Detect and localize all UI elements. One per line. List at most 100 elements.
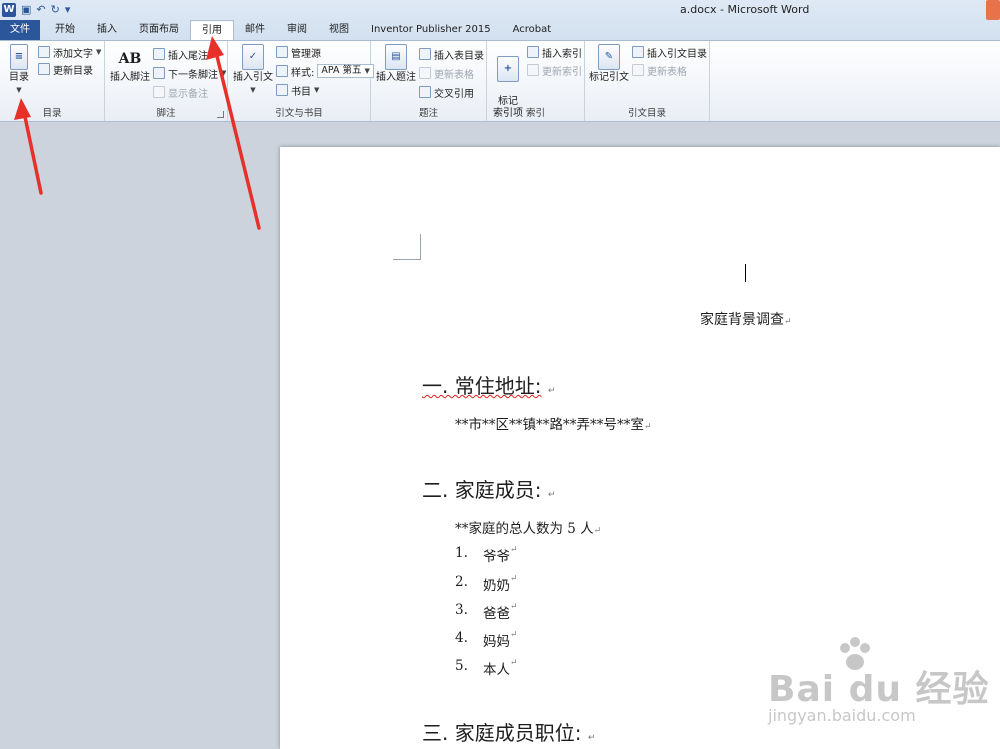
list-item[interactable]: 3. 爸爸 ↵ [455,602,518,622]
tab-inventor-publisher[interactable]: Inventor Publisher 2015 [360,20,502,40]
tab-home[interactable]: 开始 [44,20,86,40]
document-heading[interactable]: 家庭背景调查↵ [700,309,792,329]
update-toa-button[interactable]: 更新表格 [632,62,687,78]
paragraph-mark: ↵ [510,602,518,612]
list-text: 妈妈 [483,634,510,650]
tab-acrobat[interactable]: Acrobat [502,20,563,40]
redo-icon[interactable]: ↻ [51,3,60,17]
list-number: 5. [455,658,468,674]
add-text-label: 添加文字 [53,48,93,60]
update-table-icon [419,67,431,79]
tab-file[interactable]: 文件 [0,20,40,40]
list-number: 2. [455,574,468,590]
save-icon[interactable]: ▣ [21,3,31,17]
list-item[interactable]: 5. 本人 ↵ [455,658,518,678]
word-logo-icon[interactable]: W [2,3,16,17]
mark-citation-icon: ✎ [598,44,620,70]
show-notes-button[interactable]: 显示备注 [153,84,208,100]
insert-toa-icon [632,46,644,58]
insert-toa-button[interactable]: 插入引文目录 [632,44,707,60]
list-text: 奶奶 [483,578,510,594]
chevron-down-icon: ▼ [96,48,102,56]
address-paragraph[interactable]: **市**区**镇**路**弄**号**室↵ [455,413,652,433]
group-label-index: 索引 [525,108,545,119]
update-index-label: 更新索引 [542,66,582,78]
section-title: 三. 家庭成员职位: [422,721,582,745]
ribbon-tabs: 文件 开始 插入 页面布局 引用 邮件 审阅 视图 Inventor Publi… [0,20,563,41]
paragraph-mark: ↵ [593,526,602,536]
insert-table-of-figures-button[interactable]: 插入表目录 [419,46,484,62]
section-heading-address[interactable]: 一. 常住地址: ↵ [422,370,555,399]
insert-index-icon [527,46,539,58]
mark-citation-label: 标记引文 [589,72,629,83]
tab-mailings[interactable]: 邮件 [234,20,276,40]
chevron-down-icon: ▼ [364,67,370,75]
show-notes-label: 显示备注 [168,88,208,100]
insert-caption-button[interactable]: ▤ 插入题注 [375,44,417,84]
dialog-launcher-icon[interactable] [217,111,224,118]
group-footnotes: AB 插入脚注 插入尾注 下一条脚注 ▼ 显示备注 脚注 [105,41,228,121]
family-count-paragraph[interactable]: **家庭的总人数为 5 人↵ [455,517,601,537]
group-index: + 标记 索引项 插入索引 更新索引 索引 [487,41,585,121]
group-authorities: ✎ 标记引文 插入引文目录 更新表格 引文目录 [585,41,710,121]
insert-footnote-label: 插入脚注 [110,72,150,83]
next-footnote-button[interactable]: 下一条脚注 ▼ [153,65,226,81]
insert-citation-button[interactable]: ✓ 插入引文 ▼ [232,44,274,96]
update-toc-button[interactable]: 更新目录 [38,61,93,77]
toc-button[interactable]: ≡ 目录 ▼ [6,44,32,96]
table-of-figures-icon [419,48,431,60]
mark-entry-icon: + [497,56,519,82]
group-label-captions: 题注 [418,108,438,119]
list-item[interactable]: 2. 奶奶 ↵ [455,574,518,594]
add-text-icon [38,46,50,58]
tab-page-layout[interactable]: 页面布局 [128,20,190,40]
undo-icon[interactable]: ↶ [36,3,45,17]
customize-qat-icon[interactable]: ▾ [65,3,71,17]
family-count-text: **家庭的总人数为 5 人 [455,521,594,537]
cross-reference-button[interactable]: 交叉引用 [419,84,474,100]
insert-index-button[interactable]: 插入索引 [527,44,582,60]
list-item[interactable]: 1. 爷爷 ↵ [455,545,518,565]
paragraph-mark: ↵ [510,658,518,668]
section-heading-family-members[interactable]: 二. 家庭成员: ↵ [422,474,555,503]
paragraph-mark: ↵ [547,386,556,396]
update-index-button[interactable]: 更新索引 [527,62,582,78]
style-icon [276,65,288,77]
ribbon: ≡ 目录 ▼ 添加文字 ▼ 更新目录 目录 AB 插入脚注 插入尾注 下一条脚注… [0,40,1000,122]
update-table-button[interactable]: 更新表格 [419,65,474,81]
style-value: APA 第五 [321,65,362,76]
tab-view[interactable]: 视图 [318,20,360,40]
toc-label: 目录 [9,72,29,83]
update-toc-label: 更新目录 [53,65,93,77]
title-bar: W ▣ ↶ ↻ ▾ a.docx - Microsoft Word 文件 开始 … [0,0,1000,41]
insert-endnote-button[interactable]: 插入尾注 [153,46,208,62]
cross-reference-icon [419,86,431,98]
update-table-label: 更新表格 [434,69,474,81]
mark-citation-button[interactable]: ✎ 标记引文 [589,44,629,84]
group-captions: ▤ 插入题注 插入表目录 更新表格 交叉引用 题注 [371,41,487,121]
baidu-watermark: Bai du 经验 jingyan.baidu.com [760,636,1000,744]
manage-sources-button[interactable]: 管理源 [276,44,321,60]
list-text: 爷爷 [483,549,510,565]
tab-review[interactable]: 审阅 [276,20,318,40]
update-toa-label: 更新表格 [647,66,687,78]
section-title: 二. 家庭成员: [422,478,542,502]
section-heading-member-positions[interactable]: 三. 家庭成员职位: ↵ [422,717,595,746]
chevron-down-icon: ▼ [314,86,320,94]
list-text: 本人 [483,662,510,678]
office-badge-icon [986,0,1000,20]
style-selector[interactable]: 样式: APA 第五 ▼ [276,63,374,79]
group-label-citations: 引文与书目 [275,108,323,119]
paragraph-mark: ↵ [510,574,518,584]
tab-insert[interactable]: 插入 [86,20,128,40]
add-text-button[interactable]: 添加文字 ▼ [38,44,101,60]
insert-toa-label: 插入引文目录 [647,48,707,60]
word-window: W ▣ ↶ ↻ ▾ a.docx - Microsoft Word 文件 开始 … [0,0,1000,749]
insert-footnote-button[interactable]: AB 插入脚注 [109,44,151,84]
list-number: 1. [455,545,468,561]
tab-references[interactable]: 引用 [190,20,234,41]
bibliography-button[interactable]: 书目 ▼ [276,82,319,98]
list-item[interactable]: 4. 妈妈 ↵ [455,630,518,650]
toc-icon: ≡ [10,44,28,70]
style-dropdown[interactable]: APA 第五 ▼ [317,64,374,78]
